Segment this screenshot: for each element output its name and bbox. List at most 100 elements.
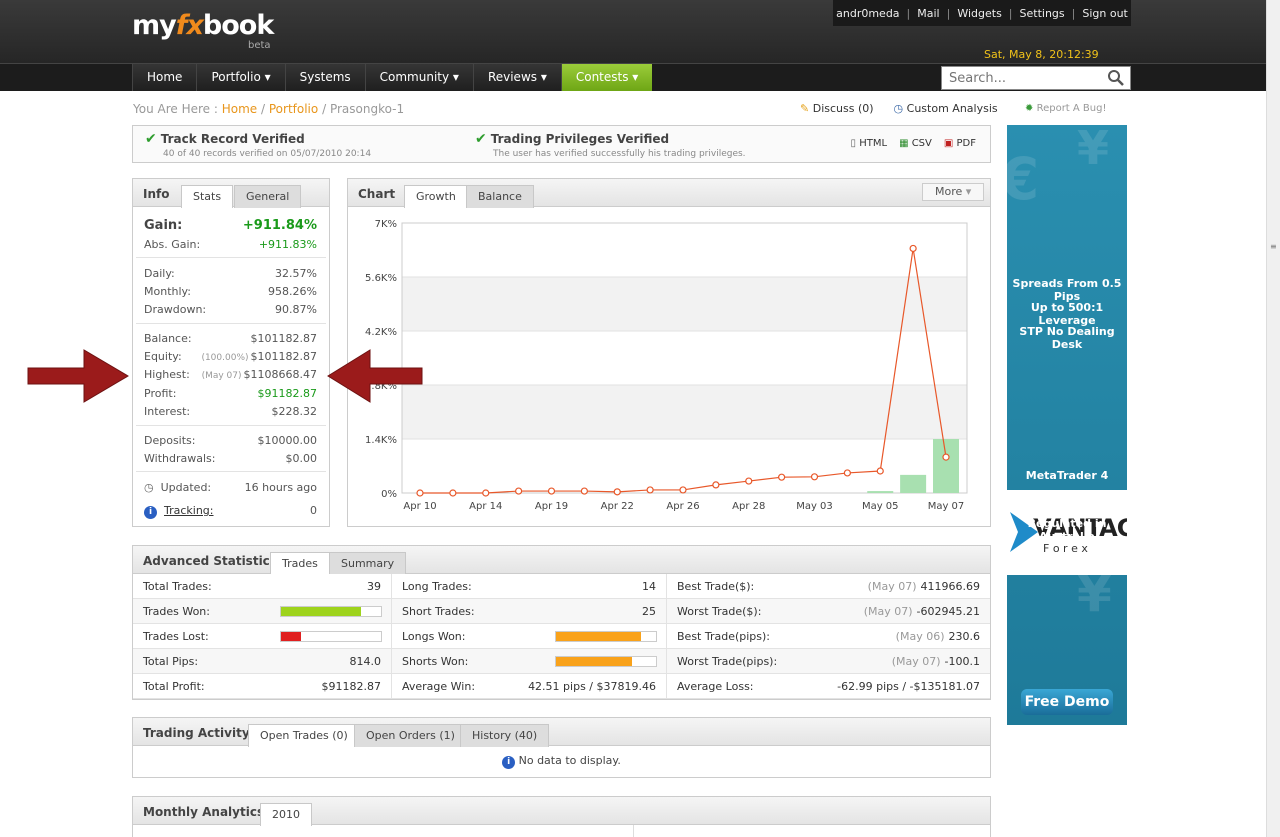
tab-history[interactable]: History (40) (460, 724, 550, 747)
vertical-scrollbar[interactable]: ≡ (1266, 0, 1280, 837)
more-dropdown[interactable]: More ▾ (922, 183, 984, 201)
chart-point (909, 244, 917, 253)
stat-number: 25 (642, 604, 656, 618)
custom-analysis-label: Custom Analysis (906, 102, 998, 115)
stat-number: 230.6 (948, 629, 981, 643)
logo-my: my (132, 10, 177, 41)
tab-trades[interactable]: Trades (270, 552, 330, 575)
stat-value: 42.51 pips / $37819.46 (528, 680, 656, 693)
user-links: andr0meda | Mail | Widgets | Settings | Sign… (833, 0, 1131, 26)
gain-label: Gain: (144, 218, 183, 233)
withdrawals-row: Withdrawals: $0.00 (144, 452, 317, 465)
tab-stats[interactable]: Stats (181, 185, 234, 208)
stat-label: Long Trades: (402, 579, 472, 593)
tab-open-trades[interactable]: Open Trades (0) (248, 724, 360, 747)
export-pdf-link[interactable]: ▣ PDF (944, 138, 976, 149)
x-tick-label: Apr 22 (601, 501, 634, 512)
trading-activity-panel: Trading Activity Open Trades (0) Open Or… (132, 717, 991, 778)
stat-cell: Short Trades: 25 (392, 599, 667, 624)
stat-cell: Total Profit: $91182.87 (133, 674, 392, 699)
discuss-link[interactable]: ✎ Discuss (0) (800, 102, 874, 115)
info-icon: i (144, 506, 157, 519)
stat-label: Total Trades: (143, 579, 212, 593)
myfxbook-logo[interactable]: myfxbook (132, 10, 274, 41)
ad-stp: STP No Dealing Desk (1019, 325, 1115, 351)
stat-label: Trades Won: (143, 604, 210, 618)
breadcrumb-home[interactable]: Home (222, 102, 257, 116)
x-tick-label: Apr 14 (469, 501, 502, 512)
chart-point (580, 487, 588, 495)
equity-value: $101182.87 (250, 350, 317, 363)
monthly-analytics-title: Monthly Analytics (143, 805, 265, 819)
tracking-value: 0 (310, 504, 317, 517)
more-label: More (935, 185, 963, 198)
server-datetime: Sat, May 8, 20:12:39 (984, 48, 1099, 61)
settings-link[interactable]: Settings (1020, 7, 1065, 20)
html-icon: ▯ (850, 138, 857, 149)
tab-year-2010[interactable]: 2010 (260, 803, 312, 826)
withdrawals-value: $0.00 (285, 452, 318, 465)
monthly-row: Monthly: 958.26% (144, 285, 317, 298)
nav-community[interactable]: Community ▾ (364, 64, 473, 91)
trading-activity-title: Trading Activity (143, 726, 250, 740)
chart-band (402, 385, 967, 439)
info-panel-title: Info (143, 187, 170, 201)
stat-number: 814.0 (349, 654, 382, 668)
sign-out-link[interactable]: Sign out (1082, 7, 1128, 20)
x-tick-label: Apr 19 (535, 501, 568, 512)
nav-reviews[interactable]: Reviews ▾ (472, 64, 561, 91)
x-tick-label: May 05 (862, 501, 899, 512)
y-tick-label: 1.4K% (365, 435, 397, 446)
search-icon[interactable] (1107, 69, 1125, 90)
export-html-link[interactable]: ▯ HTML (851, 138, 888, 149)
stat-note: (May 07) (891, 654, 941, 668)
x-tick-label: Apr 28 (732, 501, 765, 512)
stat-bar-fill (556, 632, 641, 641)
nav-contests[interactable]: Contests ▾ (560, 64, 653, 91)
stat-bar (555, 631, 657, 642)
nav-home[interactable]: Home (132, 64, 197, 91)
chart-bar (900, 474, 927, 493)
tab-growth[interactable]: Growth (404, 185, 468, 208)
chart-point (778, 473, 786, 481)
username-link[interactable]: andr0meda (836, 7, 899, 20)
export-csv-label: CSV (911, 138, 932, 149)
tracking-link[interactable]: Tracking: (164, 504, 214, 517)
stat-number: $91182.87 (321, 679, 382, 693)
stat-number: 14 (642, 579, 656, 593)
vantage-ad-banner[interactable]: € ¥ ¥ Spreads From 0.5 Pips Up to 500:1 … (1007, 125, 1127, 725)
withdrawals-label: Withdrawals: (144, 452, 216, 465)
breadcrumb-portfolio[interactable]: Portfolio (269, 102, 318, 116)
stat-value: (May 07) 411966.69 (868, 580, 980, 593)
custom-analysis-link[interactable]: ◷ Custom Analysis (894, 102, 998, 115)
x-tick-label: May 03 (796, 501, 833, 512)
report-bug-link[interactable]: ✹ Report A Bug! (1025, 103, 1106, 114)
tab-balance[interactable]: Balance (466, 185, 534, 208)
abs-gain-row: Abs. Gain: +911.83% (144, 238, 317, 251)
profit-value: $91182.87 (257, 387, 318, 400)
widgets-link[interactable]: Widgets (957, 7, 1001, 20)
track-record-title: Track Record Verified (160, 132, 305, 146)
mail-link[interactable]: Mail (917, 7, 939, 20)
stat-cell: Long Trades: 14 (392, 574, 667, 599)
stat-value: 39 (367, 580, 381, 593)
chart-point (843, 469, 851, 477)
nav-systems[interactable]: Systems (284, 64, 365, 91)
stat-label: Trades Lost: (143, 629, 209, 643)
deposits-label: Deposits: (144, 434, 196, 447)
growth-chart: 0%1.4K%2.8K%4.2K%5.6K%7K%Apr 10 Apr 14 Apr… (365, 219, 968, 512)
clock-icon: ◷ (144, 481, 154, 494)
chevron-down-icon: ▾ (965, 185, 972, 198)
pdf-icon: ▣ (943, 138, 954, 149)
tab-general[interactable]: General (234, 185, 302, 208)
nav-portfolio[interactable]: Portfolio ▾ (196, 64, 285, 91)
free-demo-button[interactable]: Free Demo (1021, 689, 1113, 715)
export-csv-link[interactable]: ▦ CSV (899, 138, 932, 149)
tab-open-orders[interactable]: Open Orders (1) (354, 724, 467, 747)
export-html-label: HTML (859, 138, 888, 149)
highest-label: Highest: (144, 368, 190, 381)
tab-summary[interactable]: Summary (329, 552, 407, 575)
equity-row: Equity: (100.00%) $101182.87 (144, 350, 317, 363)
search-input[interactable] (942, 67, 1102, 89)
yen-icon: ¥ (1077, 125, 1110, 175)
